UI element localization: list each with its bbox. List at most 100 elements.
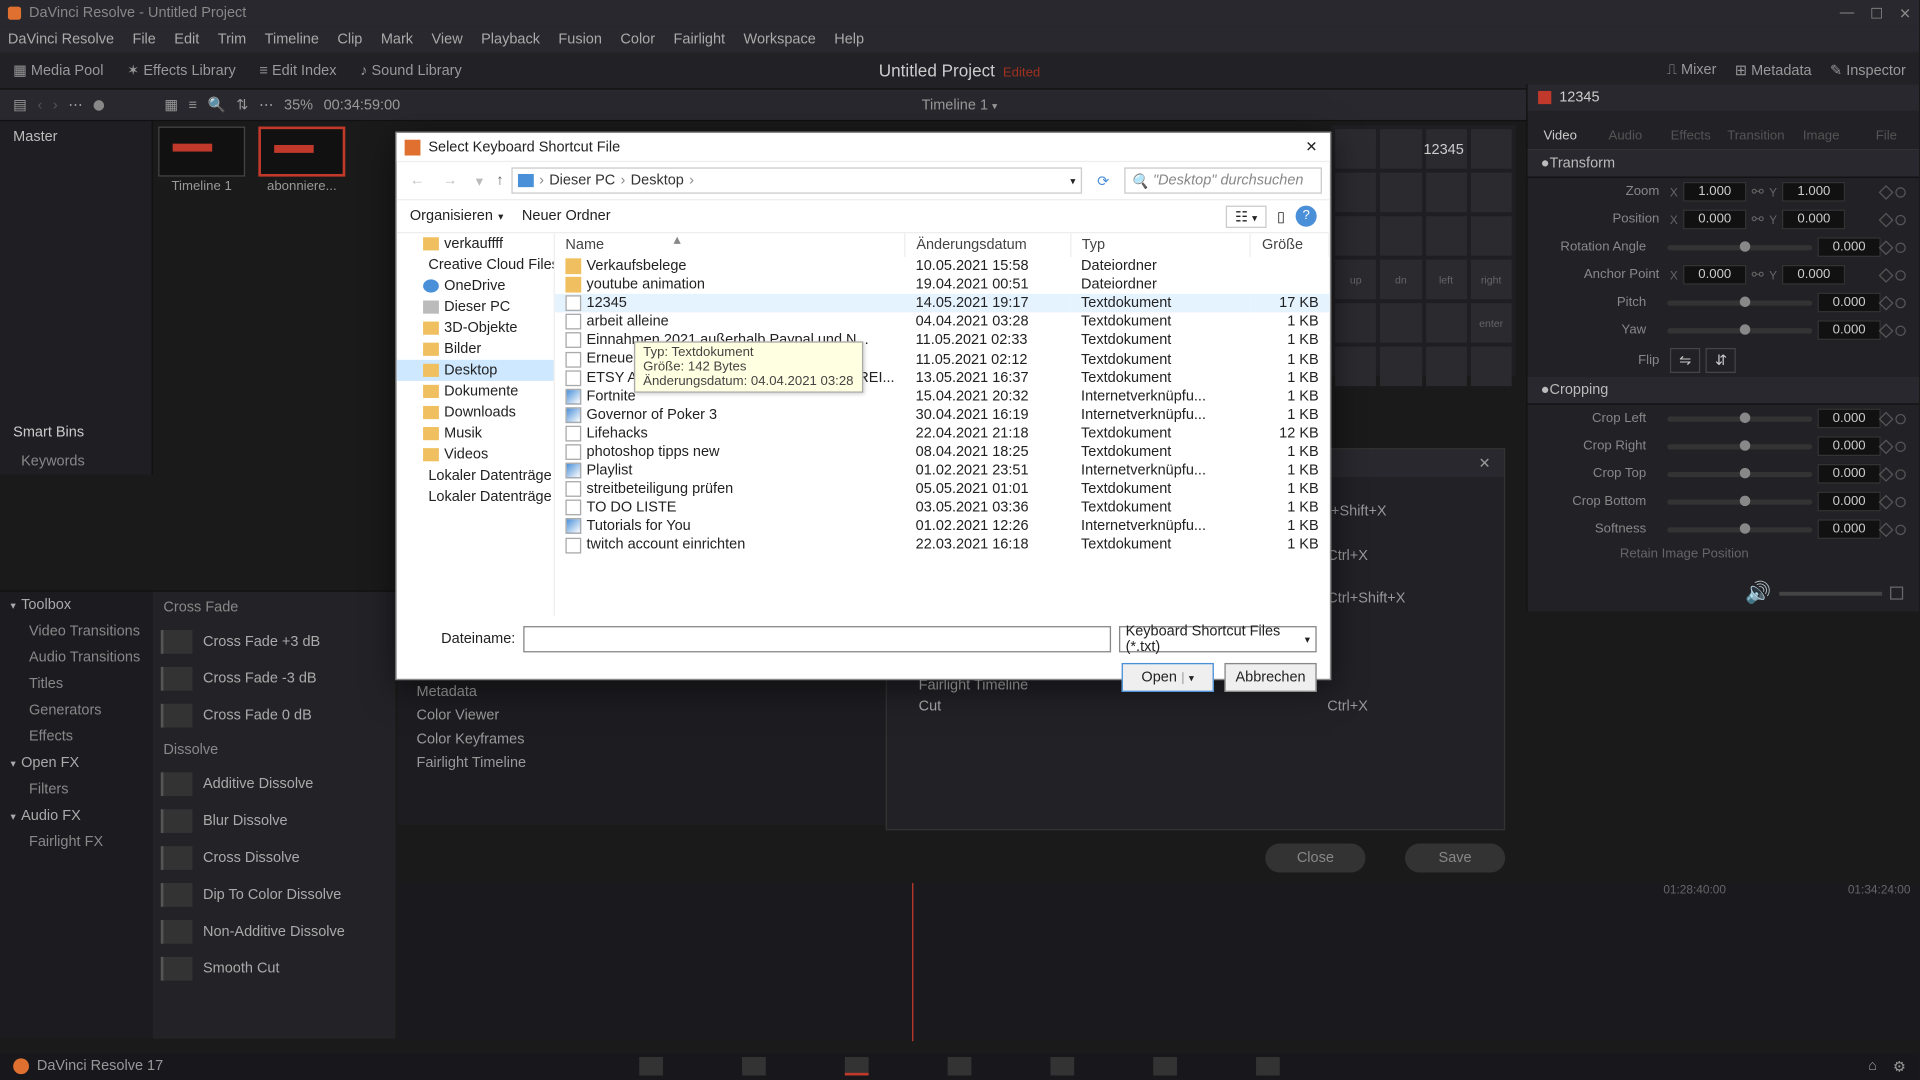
reset-icon[interactable]: [1893, 267, 1908, 282]
bin-view-icon[interactable]: ▤: [13, 96, 27, 113]
file-row[interactable]: Tutorials for You01.02.2021 12:26Interne…: [555, 517, 1329, 536]
link-icon[interactable]: ⚯: [1752, 266, 1764, 283]
inspector-tab-image[interactable]: Image: [1789, 111, 1854, 149]
effects-library-toggle[interactable]: ✶ Effects Library: [127, 62, 236, 79]
nav-back[interactable]: ←: [405, 173, 430, 189]
keypad-cell[interactable]: [1380, 129, 1421, 169]
command-item[interactable]: Color Keyframes: [398, 728, 886, 752]
list-view-icon[interactable]: ≡: [189, 97, 197, 113]
timeline-selector[interactable]: Timeline 1 ▾: [922, 97, 998, 113]
inspector-tab-video[interactable]: Video: [1528, 111, 1593, 149]
nav-back-icon[interactable]: ‹: [37, 97, 42, 113]
keypad-cell[interactable]: [1335, 129, 1376, 169]
home-icon[interactable]: ⌂: [1868, 1058, 1877, 1075]
fx-tree-video-transitions[interactable]: Video Transitions: [0, 618, 153, 644]
keyframe-icon[interactable]: [1879, 466, 1894, 481]
menu-edit[interactable]: Edit: [174, 32, 199, 48]
menu-clip[interactable]: Clip: [337, 32, 362, 48]
keyframe-icon[interactable]: [1879, 494, 1894, 509]
metadata-toggle[interactable]: ⊞ Metadata: [1735, 62, 1812, 79]
fx-tree-audio-transitions[interactable]: Audio Transitions: [0, 645, 153, 671]
keypad-cell[interactable]: [1335, 216, 1376, 256]
thumb-view-icon[interactable]: ▦: [164, 96, 178, 113]
open-button[interactable]: Open ▾: [1122, 663, 1214, 692]
save-button[interactable]: Save: [1405, 844, 1505, 873]
tree-node-musik[interactable]: Musik: [397, 423, 554, 444]
menu-fairlight[interactable]: Fairlight: [674, 32, 726, 48]
column-type[interactable]: Typ: [1071, 233, 1251, 257]
window-maximize[interactable]: ☐: [1870, 5, 1883, 22]
tree-node-creative-cloud-files[interactable]: Creative Cloud Files: [397, 254, 554, 275]
search-icon[interactable]: 🔍: [208, 96, 226, 113]
preview-pane-button[interactable]: ▯: [1277, 208, 1285, 225]
file-row[interactable]: 1234514.05.2021 19:17Textdokument17 KB: [555, 294, 1329, 313]
page-fairlight[interactable]: [1153, 1057, 1177, 1075]
keypad-cell[interactable]: enter: [1471, 303, 1512, 343]
command-item[interactable]: Color Viewer: [398, 704, 886, 728]
fx-tree-open-fx[interactable]: ▾ Open FX: [0, 750, 153, 776]
keypad-cell[interactable]: [1425, 303, 1466, 343]
menu-fusion[interactable]: Fusion: [558, 32, 602, 48]
filetype-dropdown[interactable]: Keyboard Shortcut Files (*.txt)▾: [1119, 626, 1317, 652]
tree-node-dieser-pc[interactable]: Dieser PC: [397, 297, 554, 318]
close-button[interactable]: Close: [1265, 844, 1365, 873]
fx-item[interactable]: Smooth Cut: [153, 950, 396, 987]
keyframe-icon[interactable]: [1879, 184, 1894, 199]
keypad-cell[interactable]: [1425, 173, 1466, 213]
inspector-tab-file[interactable]: File: [1854, 111, 1919, 149]
inspector-tab-transition[interactable]: Transition: [1723, 111, 1788, 149]
column-size[interactable]: Größe: [1251, 233, 1329, 257]
column-date[interactable]: Änderungsdatum: [905, 233, 1070, 257]
file-row[interactable]: photoshop tipps new08.04.2021 18:25Textd…: [555, 443, 1329, 462]
page-fusion[interactable]: [948, 1057, 972, 1075]
menu-davinci-resolve[interactable]: DaVinci Resolve: [8, 32, 114, 48]
reset-icon[interactable]: [1893, 411, 1908, 426]
menu-mark[interactable]: Mark: [381, 32, 413, 48]
clip-timeline1[interactable]: Timeline 1: [158, 127, 245, 196]
sound-library-toggle[interactable]: ♪ Sound Library: [360, 63, 462, 79]
keypad-cell[interactable]: [1380, 173, 1421, 213]
file-row[interactable]: streitbeteiligung prüfen05.05.2021 01:01…: [555, 480, 1329, 499]
fx-tree-generators[interactable]: Generators: [0, 697, 153, 723]
flip-h-icon[interactable]: ⇋: [1670, 348, 1701, 373]
page-color[interactable]: [1050, 1057, 1074, 1075]
mixer-toggle[interactable]: ⎍ Mixer: [1667, 62, 1717, 79]
file-row[interactable]: arbeit alleine04.04.2021 03:28Textdokume…: [555, 313, 1329, 332]
keyframe-icon[interactable]: [1879, 212, 1894, 227]
page-media[interactable]: [639, 1057, 663, 1075]
tree-node-verkauffff[interactable]: verkauffff: [397, 233, 554, 254]
keypad-cell[interactable]: [1471, 347, 1512, 387]
file-row[interactable]: Verkaufsbelege10.05.2021 15:58Dateiordne…: [555, 257, 1329, 276]
reset-icon[interactable]: [1893, 295, 1908, 310]
address-dropdown[interactable]: ▾: [1070, 175, 1075, 187]
keyframe-icon[interactable]: [1879, 439, 1894, 454]
fx-tree-audio-fx[interactable]: ▾ Audio FX: [0, 803, 153, 829]
fx-item[interactable]: Cross Fade -3 dB: [153, 660, 396, 697]
file-row[interactable]: Lifehacks22.04.2021 21:18Textdokument12 …: [555, 424, 1329, 443]
menu-file[interactable]: File: [132, 32, 155, 48]
window-minimize[interactable]: —: [1840, 5, 1854, 22]
fx-item[interactable]: Cross Fade 0 dB: [153, 697, 396, 734]
search-box[interactable]: 🔍 "Desktop" durchsuchen: [1124, 167, 1322, 193]
menu-view[interactable]: View: [432, 32, 463, 48]
keypad-cell[interactable]: [1425, 347, 1466, 387]
tree-node-onedrive[interactable]: OneDrive: [397, 275, 554, 296]
link-icon[interactable]: ⚯: [1752, 211, 1764, 228]
tree-node-dokumente[interactable]: Dokumente: [397, 381, 554, 402]
inspector-tab-audio[interactable]: Audio: [1593, 111, 1658, 149]
address-bar[interactable]: › Dieser PC › Desktop › ▾: [511, 167, 1082, 193]
fx-item[interactable]: Additive Dissolve: [153, 766, 396, 803]
file-row[interactable]: Governor of Poker 330.04.2021 16:19Inter…: [555, 406, 1329, 425]
keypad-cell[interactable]: [1471, 216, 1512, 256]
smart-bin-keywords[interactable]: Keywords: [0, 448, 152, 474]
fx-item[interactable]: Cross Fade +3 dB: [153, 623, 396, 660]
reset-icon[interactable]: [1893, 522, 1908, 537]
column-name[interactable]: Name ▴: [555, 233, 905, 257]
menu-workspace[interactable]: Workspace: [744, 32, 816, 48]
keypad-cell[interactable]: [1471, 129, 1512, 169]
menu-color[interactable]: Color: [620, 32, 655, 48]
fx-tree-titles[interactable]: Titles: [0, 671, 153, 697]
keyframe-icon[interactable]: [1879, 240, 1894, 255]
volume-slider[interactable]: 🔊: [1745, 583, 1903, 604]
keypad-cell[interactable]: [1380, 216, 1421, 256]
